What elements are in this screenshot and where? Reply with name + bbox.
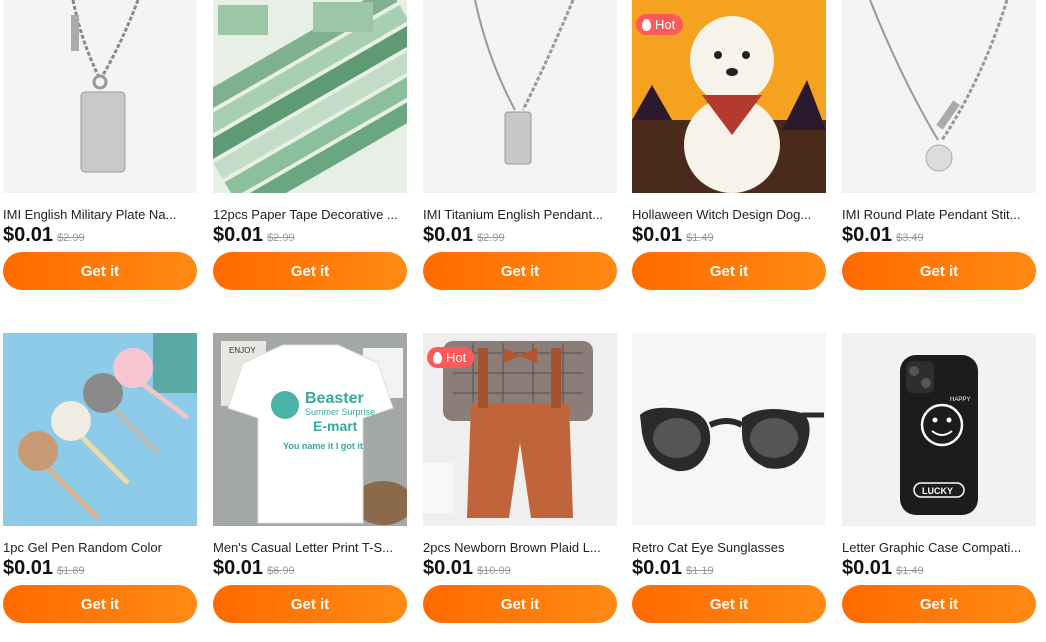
original-price: $1.89 (57, 565, 85, 577)
product-title[interactable]: Letter Graphic Case Compati... (842, 540, 1032, 556)
sale-price: $0.01 (3, 224, 54, 246)
hot-badge: Hot (636, 14, 684, 35)
product-image[interactable]: Hot (423, 333, 617, 526)
product-card[interactable]: 12pcs Paper Tape Decorative ... $0.01 $2.… (213, 0, 407, 290)
original-price: $10.99 (477, 565, 511, 577)
product-image[interactable]: HAPPY LUCKY (842, 333, 1036, 526)
sale-price: $0.01 (632, 557, 683, 579)
product-image[interactable] (632, 333, 826, 526)
get-it-button[interactable]: Get it (3, 252, 197, 290)
product-image[interactable] (3, 0, 197, 193)
get-it-button[interactable]: Get it (632, 585, 826, 623)
product-image[interactable] (423, 0, 617, 193)
hot-badge: Hot (427, 347, 475, 368)
sale-price: $0.01 (842, 557, 893, 579)
sale-price: $0.01 (423, 557, 474, 579)
original-price: $3.49 (896, 232, 924, 244)
product-title[interactable]: IMI English Military Plate Na... (3, 207, 193, 223)
product-card[interactable]: Hot Hollaween Witch Design Dog... $0.01 $… (632, 0, 826, 290)
product-card[interactable]: Hot 2pcs Newborn Brown Plaid L... $0.01 $… (423, 333, 617, 623)
flame-icon (433, 351, 442, 364)
product-title[interactable]: 2pcs Newborn Brown Plaid L... (423, 540, 613, 556)
product-title[interactable]: 12pcs Paper Tape Decorative ... (213, 207, 403, 223)
product-title[interactable]: 1pc Gel Pen Random Color (3, 540, 193, 556)
product-card[interactable]: IMI Round Plate Pendant Stit... $0.01 $3.… (842, 0, 1036, 290)
svg-text:HAPPY: HAPPY (950, 397, 970, 403)
product-image[interactable] (3, 333, 197, 526)
sale-price: $0.01 (213, 557, 264, 579)
sale-price: $0.01 (3, 557, 54, 579)
original-price: $1.49 (686, 232, 714, 244)
original-price: $2.99 (477, 232, 505, 244)
product-title[interactable]: Men's Casual Letter Print T-S... (213, 540, 403, 556)
product-title[interactable]: Hollaween Witch Design Dog... (632, 207, 822, 223)
original-price: $2.99 (267, 232, 295, 244)
card-text: ENJOY (229, 346, 256, 355)
get-it-button[interactable]: Get it (213, 252, 407, 290)
get-it-button[interactable]: Get it (632, 252, 826, 290)
product-image[interactable]: Hot (632, 0, 826, 193)
get-it-button[interactable]: Get it (3, 585, 197, 623)
original-price: $1.19 (686, 565, 714, 577)
svg-text:You name it I got it: You name it I got it (283, 441, 363, 451)
product-card[interactable]: HAPPY LUCKY Letter Graphic Case Compati.… (842, 333, 1036, 623)
product-image[interactable] (213, 0, 407, 193)
svg-text:E-mart: E-mart (313, 418, 358, 434)
original-price: $1.49 (896, 565, 924, 577)
sale-price: $0.01 (213, 224, 264, 246)
sale-price: $0.01 (632, 224, 683, 246)
original-price: $6.99 (267, 565, 295, 577)
sale-price: $0.01 (423, 224, 474, 246)
original-price: $2.99 (57, 232, 85, 244)
product-card[interactable]: ENJOY Beaster Summer Surprise E-mart You… (213, 333, 407, 623)
product-card[interactable]: 1pc Gel Pen Random Color $0.01 $1.89 Get … (3, 333, 197, 623)
get-it-button[interactable]: Get it (842, 252, 1036, 290)
get-it-button[interactable]: Get it (423, 252, 617, 290)
get-it-button[interactable]: Get it (842, 585, 1036, 623)
sale-price: $0.01 (842, 224, 893, 246)
flame-icon (642, 18, 651, 31)
product-title[interactable]: IMI Round Plate Pendant Stit... (842, 207, 1032, 223)
svg-text:Summer Surprise: Summer Surprise (305, 407, 375, 417)
product-title[interactable]: IMI Titanium English Pendant... (423, 207, 613, 223)
get-it-button[interactable]: Get it (423, 585, 617, 623)
product-card[interactable]: Retro Cat Eye Sunglasses $0.01 $1.19 Get … (632, 333, 826, 623)
product-image[interactable] (842, 0, 1036, 193)
get-it-button[interactable]: Get it (213, 585, 407, 623)
product-title[interactable]: Retro Cat Eye Sunglasses (632, 540, 822, 556)
svg-text:Beaster: Beaster (305, 390, 364, 407)
svg-text:LUCKY: LUCKY (922, 486, 953, 496)
product-image[interactable]: ENJOY Beaster Summer Surprise E-mart You… (213, 333, 407, 526)
product-grid: IMI English Military Plate Na... $0.01 $2… (0, 0, 1046, 642)
product-card[interactable]: IMI English Military Plate Na... $0.01 $2… (3, 0, 197, 290)
product-card[interactable]: IMI Titanium English Pendant... $0.01 $2.… (423, 0, 617, 290)
